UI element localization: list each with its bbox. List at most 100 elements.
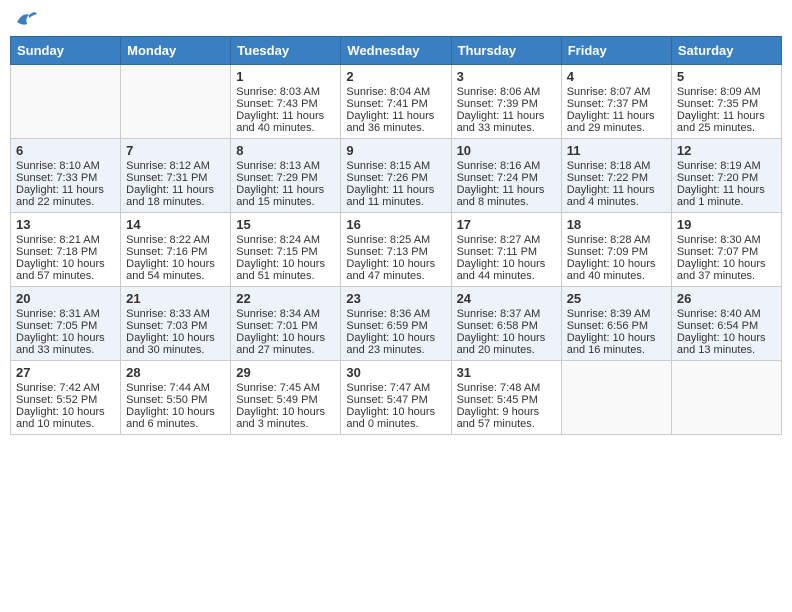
- day-number: 4: [567, 69, 666, 84]
- daylight-text: Daylight: 11 hours and 36 minutes.: [346, 110, 445, 134]
- sunset-text: Sunset: 6:54 PM: [677, 320, 776, 332]
- calendar-cell: 4 Sunrise: 8:07 AMSunset: 7:37 PMDaylight…: [561, 65, 671, 139]
- sunrise-text: Sunrise: 7:47 AM: [346, 382, 445, 394]
- daylight-text: Daylight: 11 hours and 8 minutes.: [457, 184, 556, 208]
- calendar-cell: 23Sunrise: 8:36 AMSunset: 6:59 PMDayligh…: [341, 287, 451, 361]
- sunrise-text: Sunrise: 8:40 AM: [677, 308, 776, 320]
- calendar-cell: 12Sunrise: 8:19 AMSunset: 7:20 PMDayligh…: [671, 139, 781, 213]
- col-header-saturday: Saturday: [671, 37, 781, 65]
- sunset-text: Sunset: 7:13 PM: [346, 246, 445, 258]
- sunrise-text: Sunrise: 8:15 AM: [346, 160, 445, 172]
- calendar-cell: [11, 65, 121, 139]
- sunset-text: Sunset: 7:20 PM: [677, 172, 776, 184]
- col-header-wednesday: Wednesday: [341, 37, 451, 65]
- daylight-text: Daylight: 10 hours and 47 minutes.: [346, 258, 445, 282]
- day-number: 16: [346, 217, 445, 232]
- daylight-text: Daylight: 10 hours and 37 minutes.: [677, 258, 776, 282]
- daylight-text: Daylight: 10 hours and 20 minutes.: [457, 332, 556, 356]
- sunrise-text: Sunrise: 8:07 AM: [567, 86, 666, 98]
- calendar-week-row: 20Sunrise: 8:31 AMSunset: 7:05 PMDayligh…: [11, 287, 782, 361]
- sunrise-text: Sunrise: 8:37 AM: [457, 308, 556, 320]
- calendar-week-row: 6Sunrise: 8:10 AMSunset: 7:33 PMDaylight…: [11, 139, 782, 213]
- calendar-cell: 27Sunrise: 7:42 AMSunset: 5:52 PMDayligh…: [11, 361, 121, 435]
- day-number: 27: [16, 365, 115, 380]
- calendar-week-row: 13Sunrise: 8:21 AMSunset: 7:18 PMDayligh…: [11, 213, 782, 287]
- sunset-text: Sunset: 7:09 PM: [567, 246, 666, 258]
- daylight-text: Daylight: 10 hours and 3 minutes.: [236, 406, 335, 430]
- logo-bird-icon: [15, 10, 37, 28]
- sunset-text: Sunset: 7:35 PM: [677, 98, 776, 110]
- daylight-text: Daylight: 10 hours and 10 minutes.: [16, 406, 115, 430]
- logo: [14, 10, 38, 28]
- calendar-cell: 31Sunrise: 7:48 AMSunset: 5:45 PMDayligh…: [451, 361, 561, 435]
- day-number: 1: [236, 69, 335, 84]
- sunrise-text: Sunrise: 7:44 AM: [126, 382, 225, 394]
- sunrise-text: Sunrise: 8:39 AM: [567, 308, 666, 320]
- daylight-text: Daylight: 10 hours and 6 minutes.: [126, 406, 225, 430]
- sunset-text: Sunset: 7:43 PM: [236, 98, 335, 110]
- daylight-text: Daylight: 11 hours and 29 minutes.: [567, 110, 666, 134]
- daylight-text: Daylight: 10 hours and 33 minutes.: [16, 332, 115, 356]
- calendar-cell: 5Sunrise: 8:09 AMSunset: 7:35 PMDaylight…: [671, 65, 781, 139]
- day-number: 11: [567, 143, 666, 158]
- daylight-text: Daylight: 10 hours and 0 minutes.: [346, 406, 445, 430]
- sunset-text: Sunset: 7:37 PM: [567, 98, 666, 110]
- calendar-cell: 22Sunrise: 8:34 AMSunset: 7:01 PMDayligh…: [231, 287, 341, 361]
- sunset-text: Sunset: 5:47 PM: [346, 394, 445, 406]
- sunset-text: Sunset: 7:26 PM: [346, 172, 445, 184]
- day-number: 2: [346, 69, 445, 84]
- daylight-text: Daylight: 11 hours and 40 minutes.: [236, 110, 335, 134]
- calendar-cell: 19Sunrise: 8:30 AMSunset: 7:07 PMDayligh…: [671, 213, 781, 287]
- daylight-text: Daylight: 10 hours and 30 minutes.: [126, 332, 225, 356]
- day-number: 7: [126, 143, 225, 158]
- daylight-text: Daylight: 11 hours and 1 minute.: [677, 184, 776, 208]
- sunset-text: Sunset: 7:15 PM: [236, 246, 335, 258]
- sunset-text: Sunset: 7:41 PM: [346, 98, 445, 110]
- sunrise-text: Sunrise: 8:03 AM: [236, 86, 335, 98]
- calendar-cell: 3Sunrise: 8:06 AMSunset: 7:39 PMDaylight…: [451, 65, 561, 139]
- sunrise-text: Sunrise: 8:12 AM: [126, 160, 225, 172]
- sunset-text: Sunset: 7:22 PM: [567, 172, 666, 184]
- sunrise-text: Sunrise: 8:13 AM: [236, 160, 335, 172]
- calendar-cell: 24 Sunrise: 8:37 AMSunset: 6:58 PMDayligh…: [451, 287, 561, 361]
- sunset-text: Sunset: 7:05 PM: [16, 320, 115, 332]
- sunrise-text: Sunrise: 7:45 AM: [236, 382, 335, 394]
- calendar-cell: 8Sunrise: 8:13 AMSunset: 7:29 PMDaylight…: [231, 139, 341, 213]
- sunrise-text: Sunrise: 8:36 AM: [346, 308, 445, 320]
- day-number: 13: [16, 217, 115, 232]
- daylight-text: Daylight: 11 hours and 33 minutes.: [457, 110, 556, 134]
- calendar-cell: 18Sunrise: 8:28 AMSunset: 7:09 PMDayligh…: [561, 213, 671, 287]
- calendar-cell: 13Sunrise: 8:21 AMSunset: 7:18 PMDayligh…: [11, 213, 121, 287]
- daylight-text: Daylight: 10 hours and 54 minutes.: [126, 258, 225, 282]
- calendar-cell: 30Sunrise: 7:47 AMSunset: 5:47 PMDayligh…: [341, 361, 451, 435]
- sunrise-text: Sunrise: 8:22 AM: [126, 234, 225, 246]
- sunset-text: Sunset: 5:49 PM: [236, 394, 335, 406]
- daylight-text: Daylight: 9 hours and 57 minutes.: [457, 406, 556, 430]
- sunrise-text: Sunrise: 8:09 AM: [677, 86, 776, 98]
- col-header-monday: Monday: [121, 37, 231, 65]
- sunset-text: Sunset: 7:16 PM: [126, 246, 225, 258]
- sunset-text: Sunset: 6:58 PM: [457, 320, 556, 332]
- day-number: 5: [677, 69, 776, 84]
- day-number: 8: [236, 143, 335, 158]
- sunrise-text: Sunrise: 8:30 AM: [677, 234, 776, 246]
- day-number: 24: [457, 291, 556, 306]
- sunrise-text: Sunrise: 7:48 AM: [457, 382, 556, 394]
- calendar-week-row: 27Sunrise: 7:42 AMSunset: 5:52 PMDayligh…: [11, 361, 782, 435]
- calendar-cell: 26Sunrise: 8:40 AMSunset: 6:54 PMDayligh…: [671, 287, 781, 361]
- calendar-cell: 29Sunrise: 7:45 AMSunset: 5:49 PMDayligh…: [231, 361, 341, 435]
- calendar-header-row: SundayMondayTuesdayWednesdayThursdayFrid…: [11, 37, 782, 65]
- calendar-cell: 21Sunrise: 8:33 AMSunset: 7:03 PMDayligh…: [121, 287, 231, 361]
- day-number: 31: [457, 365, 556, 380]
- calendar-cell: 20Sunrise: 8:31 AMSunset: 7:05 PMDayligh…: [11, 287, 121, 361]
- day-number: 9: [346, 143, 445, 158]
- sunset-text: Sunset: 7:39 PM: [457, 98, 556, 110]
- calendar-cell: 14Sunrise: 8:22 AMSunset: 7:16 PMDayligh…: [121, 213, 231, 287]
- sunset-text: Sunset: 7:07 PM: [677, 246, 776, 258]
- calendar-cell: 15Sunrise: 8:24 AMSunset: 7:15 PMDayligh…: [231, 213, 341, 287]
- sunrise-text: Sunrise: 8:27 AM: [457, 234, 556, 246]
- daylight-text: Daylight: 10 hours and 23 minutes.: [346, 332, 445, 356]
- calendar-cell: 6Sunrise: 8:10 AMSunset: 7:33 PMDaylight…: [11, 139, 121, 213]
- day-number: 12: [677, 143, 776, 158]
- day-number: 26: [677, 291, 776, 306]
